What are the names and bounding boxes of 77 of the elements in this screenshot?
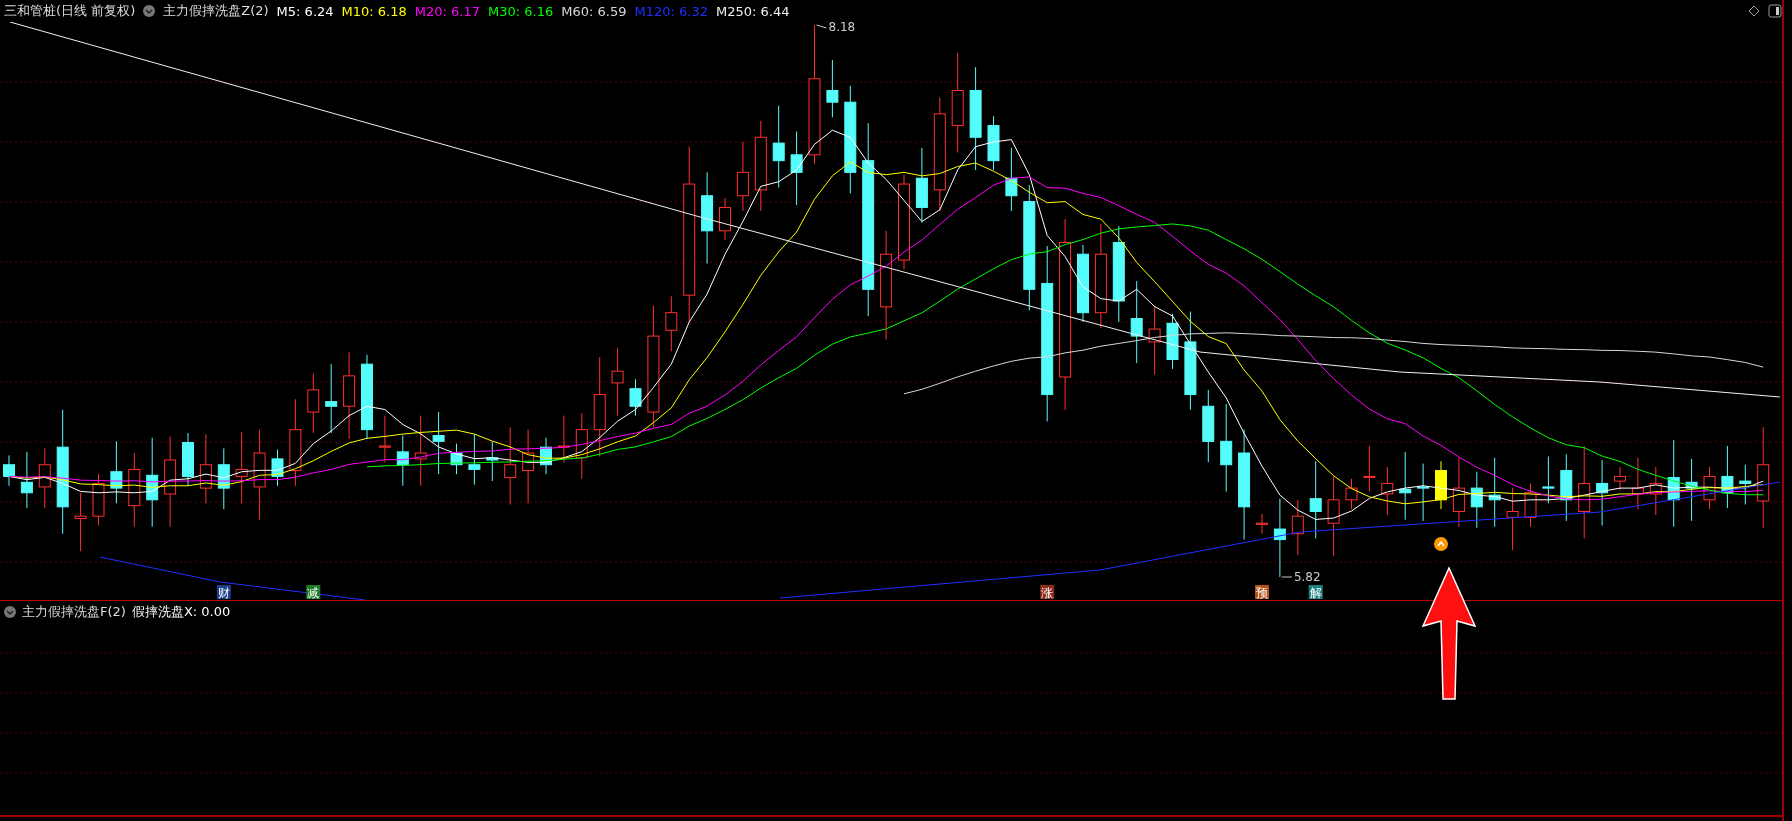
moving-average-value: M120: 6.32	[634, 3, 708, 19]
candle	[1560, 453, 1573, 522]
candle	[1399, 451, 1412, 521]
candle	[1524, 482, 1537, 528]
candle	[1363, 445, 1376, 493]
candle	[629, 378, 642, 417]
candle	[1721, 445, 1734, 509]
candle	[486, 440, 499, 482]
candle	[182, 432, 194, 487]
candle	[1470, 471, 1483, 529]
candle	[987, 115, 1000, 171]
candle	[217, 447, 230, 510]
candle	[1614, 466, 1626, 491]
diamond-icon[interactable]	[1748, 5, 1760, 17]
candle	[1452, 457, 1465, 528]
candle	[1166, 313, 1179, 370]
candle	[1506, 487, 1519, 551]
moving-average-value: M5: 6.24	[276, 3, 334, 19]
candle	[1631, 457, 1644, 510]
signal-tag: 预	[1255, 585, 1269, 600]
moving-average-value: M250: 6.44	[715, 3, 790, 19]
candle	[3, 454, 15, 487]
signal-tag: 解	[1308, 585, 1323, 600]
up-chevron-icon	[1434, 537, 1448, 551]
candle	[1435, 460, 1447, 510]
moving-average-value: M60: 6.59	[561, 3, 627, 19]
candle	[1596, 459, 1609, 527]
candle	[719, 197, 731, 241]
moving-average-value: M30: 6.16	[488, 3, 554, 19]
candle	[1542, 456, 1555, 504]
candle	[110, 440, 123, 504]
candle	[1148, 305, 1161, 376]
candle	[1417, 463, 1430, 522]
candle	[271, 449, 284, 487]
candle	[1291, 499, 1304, 556]
candle	[557, 415, 570, 463]
moving-average-value: M20: 6.17	[414, 3, 480, 19]
candle	[199, 433, 212, 504]
candle	[1345, 478, 1358, 510]
candle	[307, 373, 320, 434]
candle	[575, 412, 588, 480]
candle	[611, 347, 624, 417]
candle	[325, 363, 338, 434]
candle	[1256, 513, 1268, 535]
candle	[468, 433, 481, 486]
candle	[540, 437, 552, 475]
candle	[1739, 464, 1752, 505]
candle	[414, 415, 427, 487]
candle	[1685, 458, 1698, 522]
candle	[1488, 457, 1501, 528]
candle	[1005, 147, 1018, 212]
candle	[1381, 466, 1394, 516]
candle	[378, 415, 391, 463]
indicator-name: 主力假摔洗盘Z(2)	[163, 2, 269, 20]
candle	[736, 141, 749, 212]
candle	[396, 435, 409, 487]
panel-toggle-icon[interactable]	[1768, 4, 1782, 18]
indicator-reading: 假摔洗盘X: 0.00	[131, 603, 231, 621]
candle	[74, 492, 87, 552]
candle	[665, 295, 678, 352]
high-price-label: 8.18	[816, 22, 856, 34]
candle	[1703, 466, 1716, 510]
signal-tag: 财	[216, 585, 231, 600]
indicator-name: 主力假摔洗盘F(2)	[22, 603, 126, 621]
candle	[450, 443, 463, 475]
dropdown-icon[interactable]	[143, 5, 156, 17]
moving-average-value: M10: 6.18	[341, 3, 407, 19]
candle	[20, 451, 33, 509]
candle	[432, 411, 445, 475]
signal-tag: 减	[306, 585, 321, 600]
low-price-label: 5.82	[1281, 570, 1321, 584]
candle	[92, 473, 105, 527]
signal-tag: 涨	[1040, 585, 1055, 600]
stock-title: 三和管桩(日线 前复权)	[4, 2, 136, 20]
candle	[38, 447, 51, 509]
dropdown-icon[interactable]	[4, 606, 16, 618]
candle	[826, 59, 839, 118]
